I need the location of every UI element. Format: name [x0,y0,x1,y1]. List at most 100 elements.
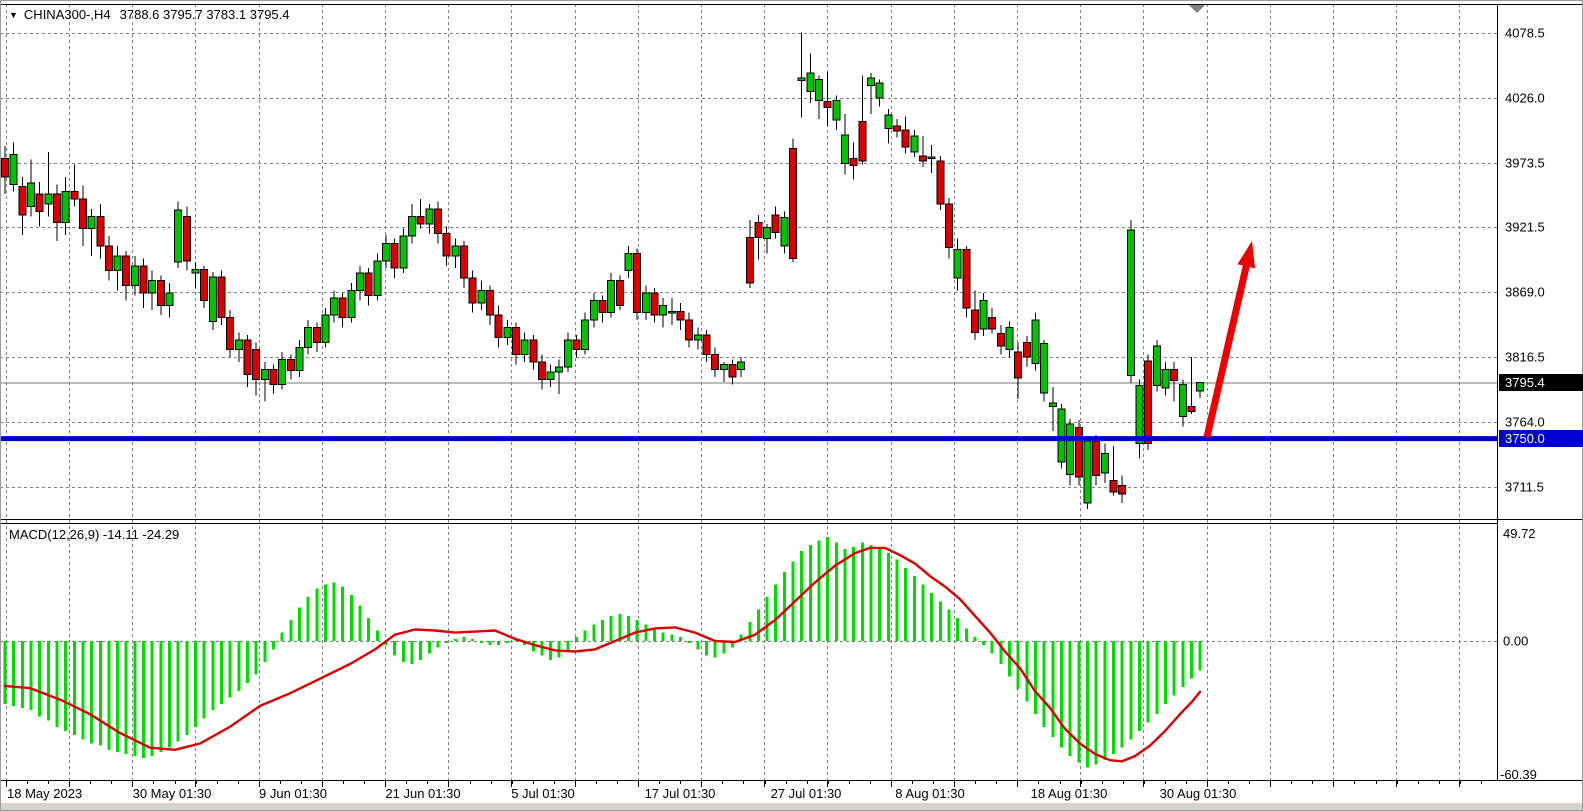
time-axis-label: 17 Jul 01:30 [645,786,716,801]
macd-histogram-bar [991,641,994,654]
macd-histogram-bar [688,641,691,643]
candle-body [677,311,684,320]
candle-body [824,102,831,108]
candle-body [521,340,528,355]
macd-max-label: 49.72 [1503,526,1536,541]
price-axis-label: 3921.5 [1505,220,1545,235]
window-bottom-strip [0,803,1583,811]
macd-histogram-bar [722,641,725,654]
candle-body [105,246,112,271]
candle-body [357,273,364,290]
macd-histogram-bar [1034,641,1037,714]
candle-body [305,328,312,348]
macd-histogram-bar [419,641,422,660]
macd-histogram-bar [913,576,916,641]
price-axis-label: 4026.0 [1505,91,1545,106]
candle-body [850,158,857,165]
macd-histogram-bar [939,601,942,641]
candle-body [919,156,926,161]
candle-body [512,328,519,355]
candle-body [10,155,17,185]
candle-body [97,216,104,246]
macd-histogram-bar [255,641,258,674]
candle-body [937,161,944,204]
candle-body [88,216,95,228]
candle-body [279,360,286,385]
macd-histogram-bar [653,628,656,641]
macd-histogram-bar [497,641,500,645]
macd-histogram-bar [350,595,353,641]
candle-body [963,250,970,308]
candle-body [157,281,164,306]
macd-histogram-bar [774,585,777,641]
time-axis-label: 30 Aug 01:30 [1160,786,1237,801]
macd-histogram-bar [185,641,188,735]
macd-histogram-bar [835,543,838,641]
macd-histogram-bar [947,610,950,641]
candle-body [1023,342,1030,357]
candle-body [71,192,78,199]
candle-body [911,136,918,152]
macd-histogram-bar [696,641,699,649]
macd-histogram-bar [1043,641,1046,727]
candle-body [235,340,242,350]
macd-histogram-bar [584,631,587,641]
macd-histogram-bar [809,545,812,641]
candle-body [313,328,320,343]
macd-histogram-bar [1025,641,1028,702]
candle-body [227,318,234,350]
macd-histogram-bar [1190,641,1193,679]
candle-body [175,210,182,262]
macd-histogram-bar [220,641,223,704]
macd-histogram-bar [437,641,440,647]
candle-body [486,290,493,315]
candle-body [1110,481,1117,492]
price-axis-label: 3764.0 [1505,415,1545,430]
candle-body [1188,407,1195,412]
candle-body [816,79,823,100]
macd-histogram-bar [1155,641,1158,714]
candle-body [1153,346,1160,386]
candle-body [625,253,632,270]
candle-body [1015,352,1022,378]
macd-histogram-bar [73,641,76,735]
candle-body [400,236,407,268]
candle-body [885,115,892,129]
price-chart-canvas[interactable]: 4078.54026.03973.53921.53869.03816.53764… [0,0,1583,811]
macd-histogram-bar [471,639,474,641]
macd-histogram-bar [324,585,327,641]
candle-body [660,305,667,315]
time-axis-label: 8 Aug 01:30 [895,786,964,801]
macd-histogram-bar [1051,641,1054,737]
candle-body [1058,409,1065,462]
macd-histogram-bar [895,559,898,641]
candle-body [209,277,216,321]
candle-body [1075,428,1082,477]
candle-body [1084,441,1091,503]
candle-body [1179,384,1186,416]
candle-body [1049,403,1056,407]
macd-histogram-bar [38,641,41,716]
candle-body [322,315,329,342]
candle-body [530,340,537,362]
candle-body [183,216,190,260]
macd-histogram-bar [333,582,336,641]
macd-indicator-label: MACD(12,26,9) -14.11 -24.29 [9,527,179,542]
macd-histogram-bar [904,568,907,641]
candle-body [971,310,978,332]
candle-body [1197,383,1204,391]
candle-body [790,148,797,258]
candle-body [616,281,623,306]
candle-body [435,209,442,234]
symbol-marker-icon: ▼ [9,10,18,20]
macd-histogram-bar [142,641,145,758]
candle-body [1171,370,1178,381]
macd-histogram-bar [99,641,102,746]
price-axis-label: 4078.5 [1505,26,1545,41]
candle-body [599,300,606,312]
macd-histogram-bar [315,589,318,641]
time-axis-label: 30 May 01:30 [133,786,212,801]
time-axis-label: 18 Aug 01:30 [1031,786,1108,801]
candle-body [547,372,554,379]
candle-body [19,187,26,215]
